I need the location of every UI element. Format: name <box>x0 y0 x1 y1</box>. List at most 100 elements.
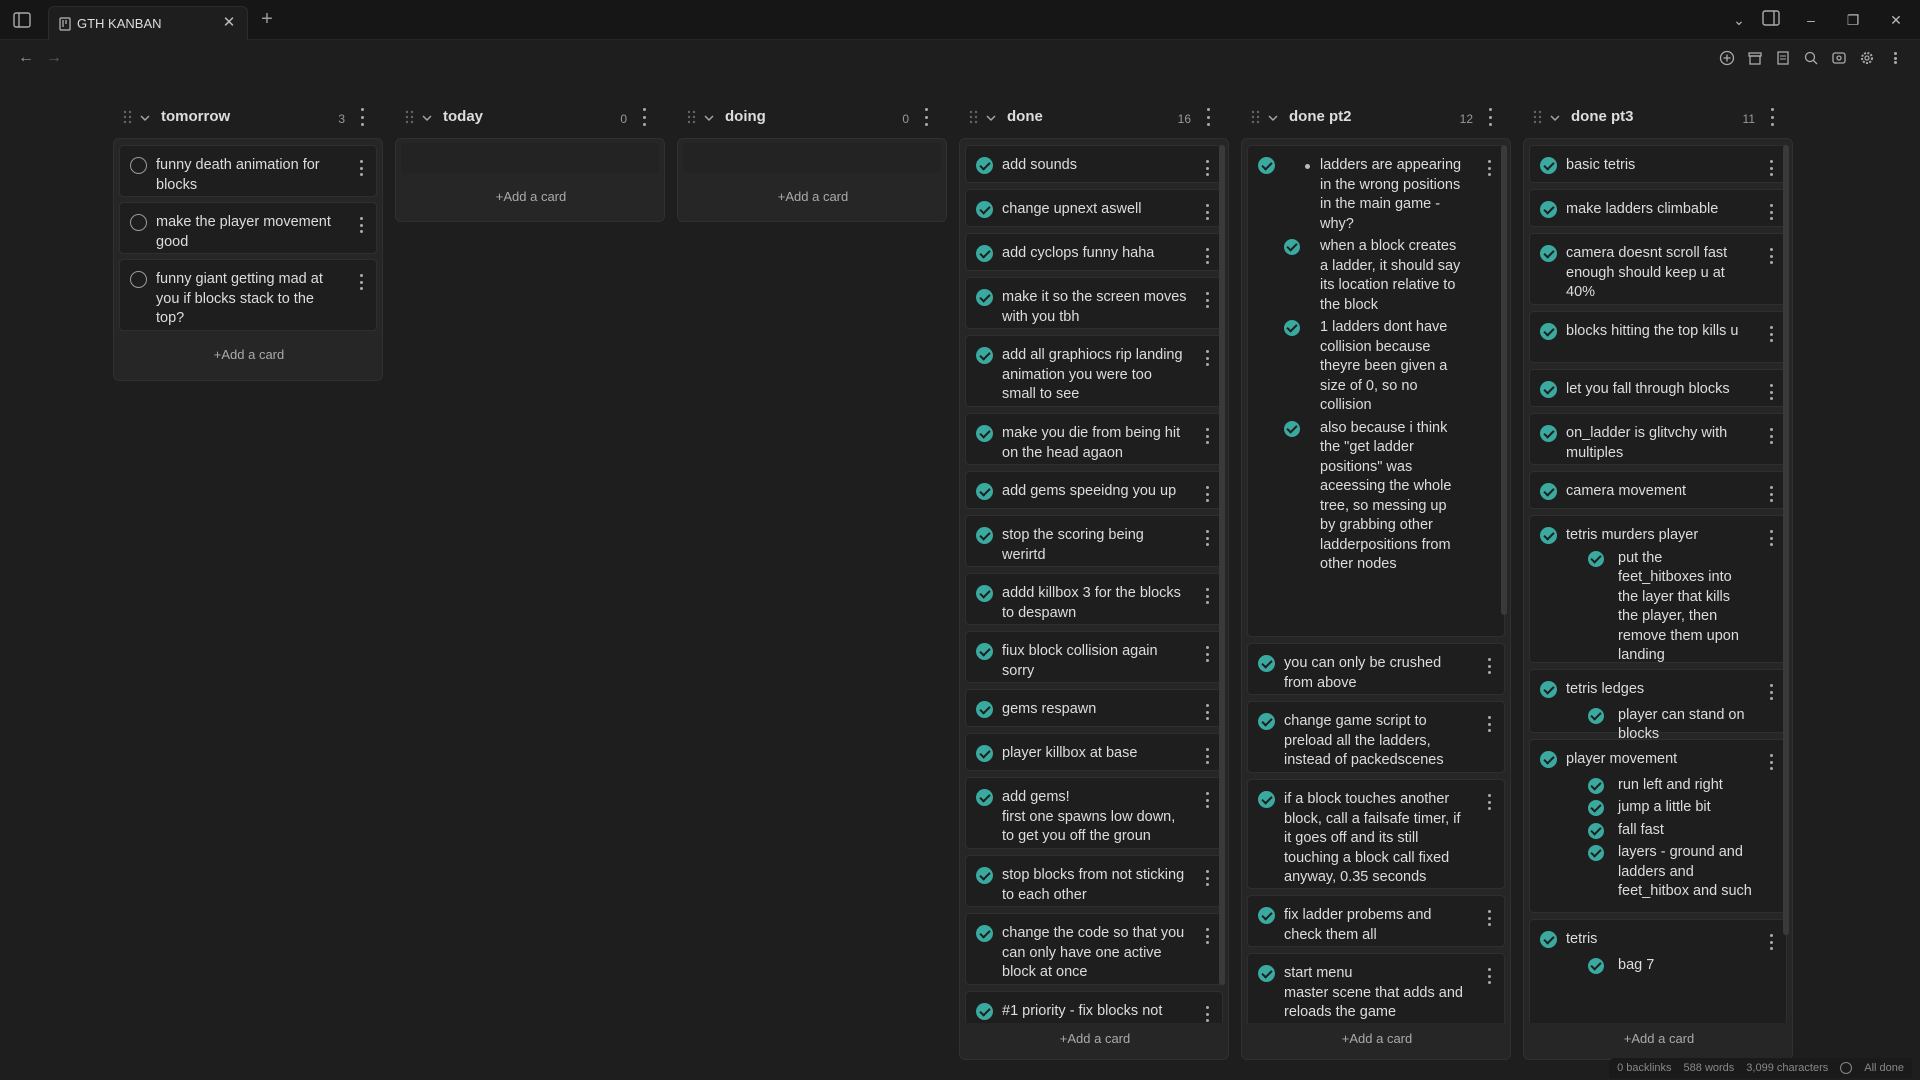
drag-handle-icon[interactable] <box>123 110 133 124</box>
card-checkbox[interactable] <box>130 271 147 288</box>
card[interactable]: add cyclops funny haha <box>965 233 1223 271</box>
card[interactable]: basic tetris <box>1529 145 1787 183</box>
card-checkbox[interactable] <box>976 347 993 364</box>
sub-task-check-icon[interactable] <box>1588 845 1604 861</box>
toggle-right-sidebar-icon[interactable] <box>1760 10 1782 30</box>
collapse-chevron-icon[interactable] <box>421 111 433 123</box>
card-menu-icon[interactable] <box>1204 530 1210 546</box>
toggle-sidebar-icon[interactable] <box>12 10 32 30</box>
card-checkbox[interactable] <box>1540 157 1557 174</box>
collapse-chevron-icon[interactable] <box>139 111 151 123</box>
card-checkbox[interactable] <box>976 1003 993 1020</box>
drag-handle-icon[interactable] <box>969 110 979 124</box>
card-checkbox[interactable] <box>976 425 993 442</box>
card-menu-icon[interactable] <box>1204 486 1210 502</box>
card-menu-icon[interactable] <box>1204 1006 1210 1022</box>
lane-menu-icon[interactable] <box>1485 108 1495 126</box>
card[interactable]: tetris murders player put the feet_hitbo… <box>1529 515 1787 663</box>
card[interactable]: player movement run left and right jump … <box>1529 739 1787 913</box>
collapse-chevron-icon[interactable] <box>1549 111 1561 123</box>
card[interactable]: on_ladder is glitvchy with multiples <box>1529 413 1787 465</box>
add-card-button[interactable]: +Add a card <box>1242 1027 1510 1051</box>
backlinks-count[interactable]: 0 backlinks <box>1617 1062 1671 1074</box>
drag-handle-icon[interactable] <box>405 110 415 124</box>
card-checkbox[interactable] <box>1258 655 1275 672</box>
card-checkbox[interactable] <box>1540 931 1557 948</box>
card[interactable]: make you die from being hit on the head … <box>965 413 1223 465</box>
card-checkbox[interactable] <box>1258 157 1275 174</box>
card-menu-icon[interactable] <box>1768 248 1774 264</box>
card-menu-icon[interactable] <box>1486 160 1492 176</box>
card-menu-icon[interactable] <box>1486 658 1492 674</box>
card-checkbox[interactable] <box>130 157 147 174</box>
card-checkbox[interactable] <box>1540 425 1557 442</box>
card[interactable]: funny giant getting mad at you if blocks… <box>119 259 377 331</box>
card-menu-icon[interactable] <box>1204 748 1210 764</box>
lane-scrollbar[interactable] <box>1219 145 1225 985</box>
card-menu-icon[interactable] <box>1204 792 1210 808</box>
add-card-button[interactable]: +Add a card <box>114 343 384 367</box>
more-options-icon[interactable] <box>1886 49 1904 67</box>
card[interactable]: change the code so that you can only hav… <box>965 913 1223 985</box>
card-checkbox[interactable] <box>1540 681 1557 698</box>
card-checkbox[interactable] <box>1258 907 1275 924</box>
card-checkbox[interactable] <box>976 643 993 660</box>
card[interactable]: tetris ledges player can stand on blocks <box>1529 669 1787 742</box>
minimize-icon[interactable]: – <box>1800 10 1822 30</box>
card-checkbox[interactable] <box>1540 381 1557 398</box>
card[interactable]: you can only be crushed from above <box>1247 643 1505 695</box>
sub-task-check-icon[interactable] <box>1588 777 1604 794</box>
card-menu-icon[interactable] <box>1204 248 1210 264</box>
sub-task-check-icon[interactable] <box>1284 239 1300 255</box>
card[interactable]: start menu master scene that adds and rel… <box>1247 953 1505 1023</box>
card-checkbox[interactable] <box>976 867 993 884</box>
card-menu-icon[interactable] <box>1204 588 1210 604</box>
sub-task-check-icon[interactable] <box>1588 822 1604 839</box>
drag-handle-icon[interactable] <box>1533 110 1543 124</box>
add-card-button[interactable]: +Add a card <box>1524 1027 1792 1051</box>
card-menu-icon[interactable] <box>1204 704 1210 720</box>
card-checkbox[interactable] <box>976 745 993 762</box>
card-checkbox[interactable] <box>976 245 993 262</box>
drag-handle-icon[interactable] <box>1251 110 1261 124</box>
forward-arrow-icon[interactable]: → <box>44 48 64 68</box>
card-menu-icon[interactable] <box>1768 384 1774 400</box>
card-menu-icon[interactable] <box>1768 204 1774 220</box>
lane-menu-icon[interactable] <box>357 108 367 126</box>
card[interactable]: add gems! first one spawns low down, to g… <box>965 777 1223 849</box>
card[interactable]: add gems speeidng you up <box>965 471 1223 509</box>
card[interactable]: gems respawn <box>965 689 1223 727</box>
markdown-view-icon[interactable] <box>1774 49 1792 67</box>
add-lane-icon[interactable] <box>1718 49 1736 67</box>
card-checkbox[interactable] <box>976 527 993 544</box>
card-menu-icon[interactable] <box>1204 428 1210 444</box>
lane-scrollbar[interactable] <box>1501 145 1507 615</box>
card-checkbox[interactable] <box>1258 791 1275 808</box>
card[interactable]: camera movement <box>1529 471 1787 509</box>
card-checkbox[interactable] <box>1258 713 1275 730</box>
card-menu-icon[interactable] <box>1486 968 1492 984</box>
card-menu-icon[interactable] <box>358 274 364 290</box>
lane-menu-icon[interactable] <box>921 108 931 126</box>
sub-task-check-icon[interactable] <box>1588 800 1604 816</box>
card-menu-icon[interactable] <box>1768 530 1774 546</box>
card[interactable]: make the player movement good <box>119 202 377 254</box>
card[interactable]: ladders are appearing in the wrong posit… <box>1247 145 1505 637</box>
card-checkbox[interactable] <box>976 483 993 500</box>
sub-task-check-icon[interactable] <box>1284 320 1300 336</box>
card-checkbox[interactable] <box>976 701 993 718</box>
card[interactable]: let you fall through blocks <box>1529 369 1787 407</box>
card-checkbox[interactable] <box>1540 201 1557 218</box>
card-menu-icon[interactable] <box>1768 160 1774 176</box>
card-checkbox[interactable] <box>1540 751 1557 768</box>
card-menu-icon[interactable] <box>1204 928 1210 944</box>
card-menu-icon[interactable] <box>1768 428 1774 444</box>
card-menu-icon[interactable] <box>1204 646 1210 662</box>
lane-scrollbar[interactable] <box>1783 145 1789 935</box>
card-menu-icon[interactable] <box>1768 934 1774 950</box>
collapse-chevron-icon[interactable] <box>703 111 715 123</box>
lane-menu-icon[interactable] <box>1767 108 1777 126</box>
card-checkbox[interactable] <box>1540 323 1557 340</box>
card-menu-icon[interactable] <box>1204 292 1210 308</box>
card[interactable]: if a block touches another block, call a… <box>1247 779 1505 889</box>
